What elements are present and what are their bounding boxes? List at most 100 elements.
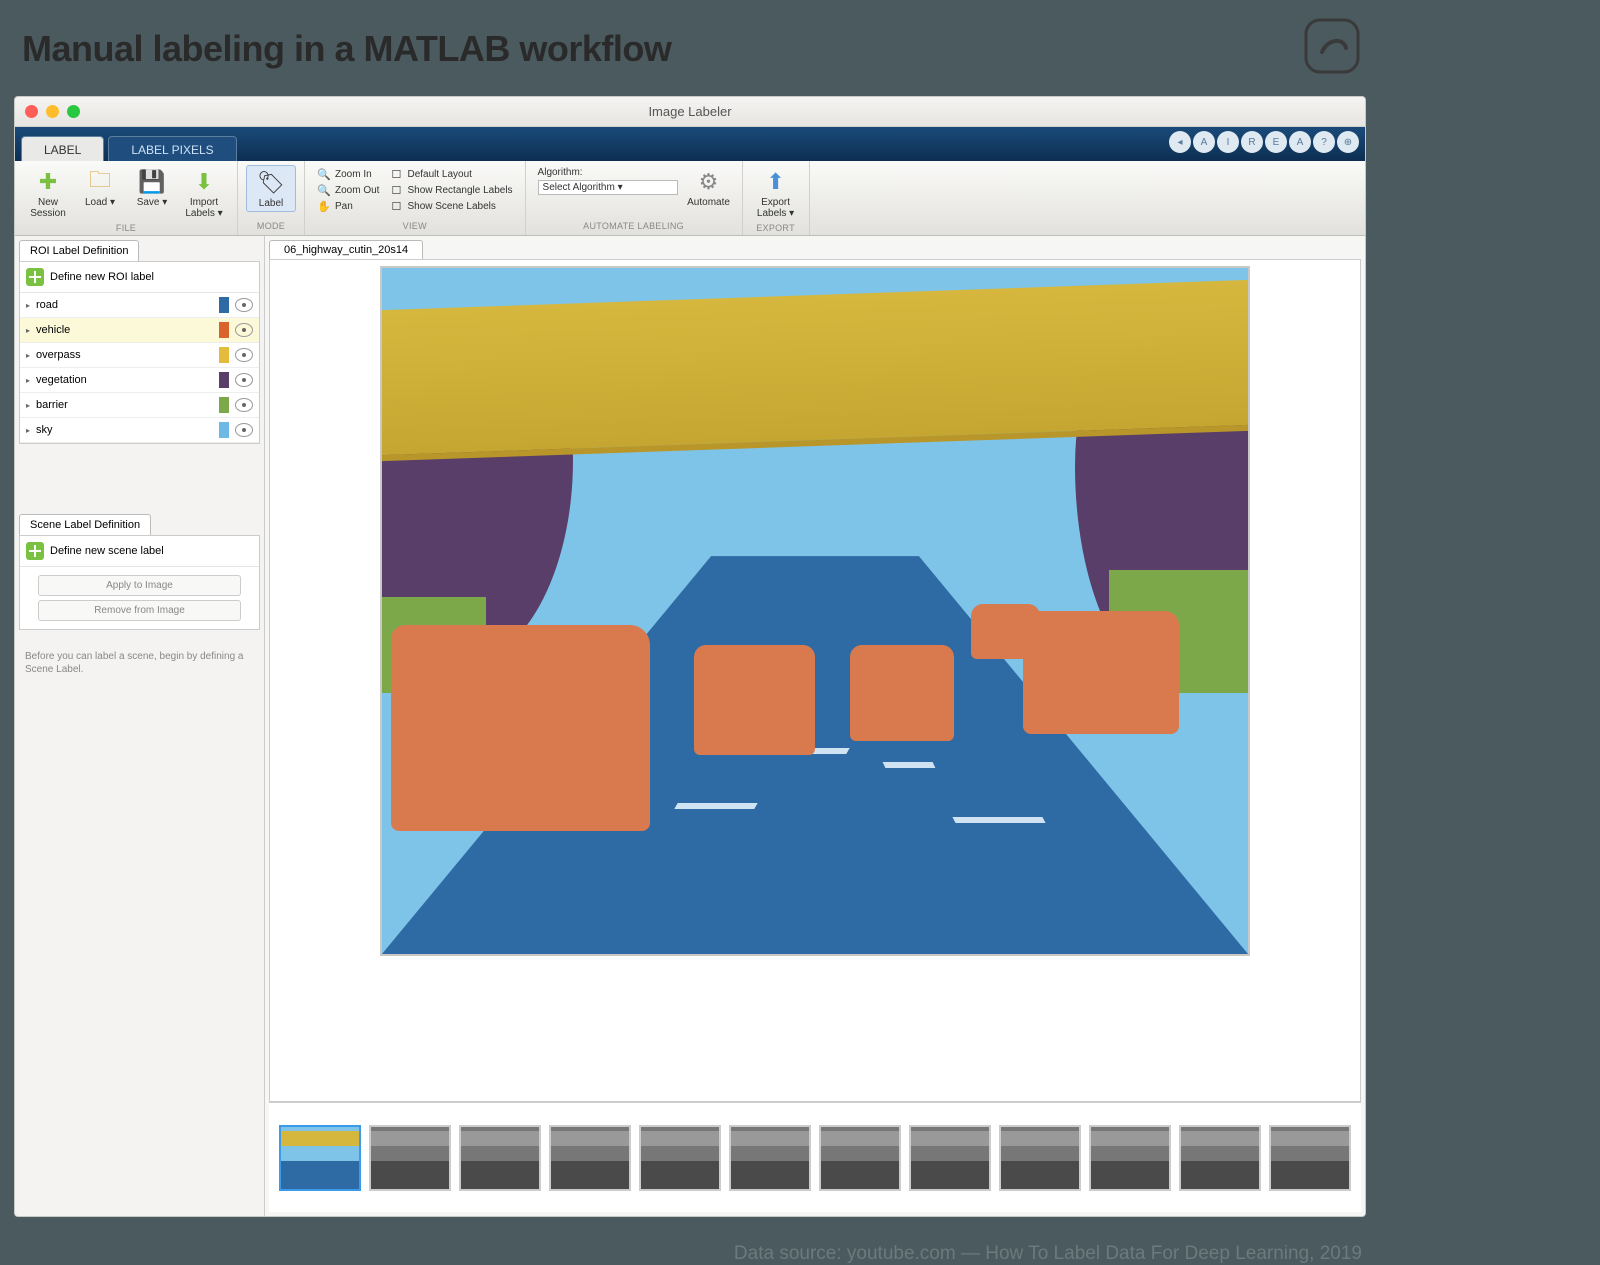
new-session-button[interactable]: ✚New Session	[23, 165, 73, 221]
import-icon: ⬇	[181, 167, 227, 197]
qa-btn[interactable]: ⊕	[1337, 131, 1359, 153]
zoom-out-button[interactable]: 🔍Zoom Out	[317, 183, 379, 197]
remove-from-image-button[interactable]: Remove from Image	[38, 600, 241, 621]
visibility-icon[interactable]	[235, 348, 253, 362]
label-name: barrier	[36, 399, 215, 411]
color-swatch	[219, 322, 229, 338]
ribbon-group-export: ⬆Export Labels ▾ EXPORT	[743, 161, 810, 235]
algorithm-label: Algorithm:	[538, 167, 678, 178]
label-name: vehicle	[36, 324, 215, 336]
filmstrip-thumb[interactable]	[369, 1125, 451, 1191]
roi-label-item[interactable]: ▸overpass	[20, 343, 259, 368]
automate-button[interactable]: ⚙Automate	[684, 165, 734, 210]
hand-icon: ✋	[317, 199, 331, 213]
plus-icon: ✚	[25, 167, 71, 197]
ribbon-group-file: ✚New Session 🗀Load ▾ 💾Save ▾ ⬇Import Lab…	[15, 161, 238, 235]
expand-icon: ▸	[26, 376, 30, 385]
window-controls[interactable]	[25, 105, 80, 118]
export-icon: ⬆	[753, 167, 799, 197]
default-layout-check[interactable]: ☐Default Layout	[389, 167, 512, 181]
scene-panel-title: Scene Label Definition	[19, 514, 151, 535]
roi-label-item[interactable]: ▸ road	[20, 293, 259, 318]
color-swatch	[219, 397, 229, 413]
label-mode-button[interactable]: 🏷Label	[246, 165, 296, 212]
tab-label-pixels[interactable]: LABEL PIXELS	[108, 136, 236, 161]
qa-btn[interactable]: I	[1217, 131, 1239, 153]
visibility-icon[interactable]	[235, 423, 253, 437]
filmstrip-thumb[interactable]	[549, 1125, 631, 1191]
tag-icon: 🏷	[249, 168, 293, 198]
labeled-image[interactable]	[380, 266, 1250, 956]
expand-icon: ▸	[26, 326, 30, 335]
qa-btn[interactable]: ?	[1313, 131, 1335, 153]
define-scene-button[interactable]: Define new scene label	[20, 536, 259, 567]
expand-icon: ▸	[26, 401, 30, 410]
attribution-text: Data source: youtube.com — How To Label …	[0, 1217, 1380, 1265]
ribbon-group-mode: 🏷Label MODE	[238, 161, 305, 235]
qa-btn[interactable]: E	[1265, 131, 1287, 153]
show-rect-check[interactable]: ☐Show Rectangle Labels	[389, 183, 512, 197]
define-roi-button[interactable]: Define new ROI label	[20, 262, 259, 293]
scene-panel: Define new scene label Apply to Image Re…	[19, 535, 260, 630]
expand-icon: ▸	[26, 301, 30, 310]
folder-open-icon: 🗀	[77, 167, 123, 197]
filmstrip-thumb[interactable]	[279, 1125, 361, 1191]
zoom-in-button[interactable]: 🔍Zoom In	[317, 167, 379, 181]
filmstrip-thumb[interactable]	[1089, 1125, 1171, 1191]
visibility-icon[interactable]	[235, 398, 253, 412]
import-labels-button[interactable]: ⬇Import Labels ▾	[179, 165, 229, 221]
qa-btn[interactable]: A	[1289, 131, 1311, 153]
brand-logo-icon	[1304, 18, 1360, 74]
filmstrip-thumb[interactable]	[639, 1125, 721, 1191]
filmstrip-thumb[interactable]	[1179, 1125, 1261, 1191]
qa-btn[interactable]: ◂	[1169, 131, 1191, 153]
ribbon: ✚New Session 🗀Load ▾ 💾Save ▾ ⬇Import Lab…	[15, 161, 1365, 236]
filmstrip[interactable]	[269, 1102, 1361, 1212]
filmstrip-thumb[interactable]	[999, 1125, 1081, 1191]
color-swatch	[219, 372, 229, 388]
select-algorithm-dropdown[interactable]: Select Algorithm ▾	[538, 180, 678, 195]
roi-label-item[interactable]: ▸ vegetation	[20, 368, 259, 393]
roi-panel: Define new ROI label ▸ road ▸ vehicle ▸overp…	[19, 261, 260, 444]
roi-label-item[interactable]: ▸ barrier	[20, 393, 259, 418]
filmstrip-thumb[interactable]	[459, 1125, 541, 1191]
roi-label-item[interactable]: ▸ vehicle	[20, 318, 259, 343]
expand-icon: ▸	[26, 351, 30, 360]
quick-access: ◂ A I R E A ? ⊕	[1169, 131, 1359, 153]
slide-title: Manual labeling in a MATLAB workflow	[0, 18, 1380, 96]
ribbon-group-view: 🔍Zoom In 🔍Zoom Out ✋Pan ☐Default Layout …	[305, 161, 526, 235]
left-panel: ROI Label Definition Define new ROI labe…	[15, 236, 265, 1216]
zoom-in-icon: 🔍	[317, 167, 331, 181]
roi-panel-title: ROI Label Definition	[19, 240, 139, 261]
export-labels-button[interactable]: ⬆Export Labels ▾	[751, 165, 801, 221]
load-button[interactable]: 🗀Load ▾	[75, 165, 125, 210]
visibility-icon[interactable]	[235, 373, 253, 387]
filmstrip-thumb[interactable]	[909, 1125, 991, 1191]
label-name: vegetation	[36, 374, 215, 386]
color-swatch	[219, 347, 229, 363]
image-canvas[interactable]	[269, 259, 1361, 1102]
titlebar: Image Labeler	[15, 97, 1365, 127]
apply-to-image-button[interactable]: Apply to Image	[38, 575, 241, 596]
save-button[interactable]: 💾Save ▾	[127, 165, 177, 210]
filmstrip-thumb[interactable]	[729, 1125, 811, 1191]
visibility-icon[interactable]	[235, 323, 253, 337]
tab-label[interactable]: LABEL	[21, 136, 104, 161]
qa-btn[interactable]: A	[1193, 131, 1215, 153]
zoom-out-icon: 🔍	[317, 183, 331, 197]
filmstrip-thumb[interactable]	[819, 1125, 901, 1191]
ribbon-group-automate: Algorithm: Select Algorithm ▾ ⚙Automate …	[526, 161, 743, 235]
app-window: Image Labeler LABEL LABEL PIXELS ◂ A I R…	[14, 96, 1366, 1217]
visibility-icon[interactable]	[235, 298, 253, 312]
expand-icon: ▸	[26, 426, 30, 435]
filmstrip-thumb[interactable]	[1269, 1125, 1351, 1191]
show-scene-check[interactable]: ☐Show Scene Labels	[389, 199, 512, 213]
label-name: road	[36, 299, 215, 311]
scene-hint-text: Before you can label a scene, begin by d…	[15, 636, 264, 686]
gears-icon: ⚙	[686, 167, 732, 197]
plus-icon	[26, 268, 44, 286]
pan-button[interactable]: ✋Pan	[317, 199, 379, 213]
qa-btn[interactable]: R	[1241, 131, 1263, 153]
document-tab[interactable]: 06_highway_cutin_20s14	[269, 240, 423, 259]
roi-label-item[interactable]: ▸sky	[20, 418, 259, 443]
